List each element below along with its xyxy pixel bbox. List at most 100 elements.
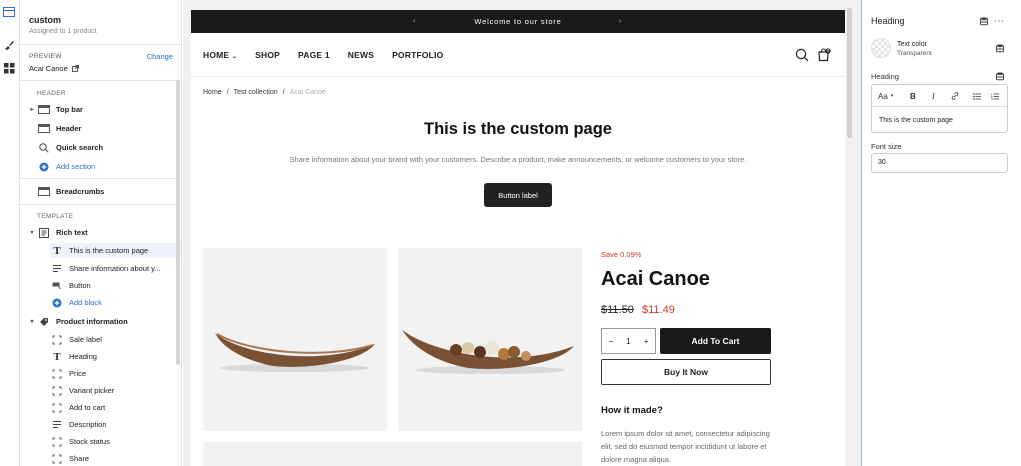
text-color-label: Text color: [897, 41, 927, 48]
section-header[interactable]: Header: [27, 121, 175, 136]
product-title: Acai Canoe: [601, 268, 710, 290]
block-heading-product[interactable]: T Heading: [50, 349, 181, 364]
section-quick-search[interactable]: Quick search: [27, 140, 175, 155]
section-breadcrumbs[interactable]: Breadcrumbs: [27, 184, 175, 199]
preview-product-name: Acai Canoe: [29, 64, 68, 73]
color-swatch[interactable]: [871, 38, 891, 58]
block-add-to-cart[interactable]: Add to cart: [50, 400, 181, 415]
page-lead-text[interactable]: Share information about your brand with …: [191, 155, 845, 164]
block-label: Add to cart: [69, 403, 106, 412]
sidebar-scrollbar[interactable]: [176, 80, 180, 365]
rich-text-button[interactable]: Button label: [484, 183, 552, 207]
block-label: Share information about y...: [69, 264, 161, 273]
template-assignment: Assigned to 1 product: [29, 28, 97, 35]
numbered-list-icon[interactable]: [991, 90, 999, 102]
nav-home[interactable]: HOME ⌄: [203, 50, 237, 60]
section-label: Quick search: [56, 143, 104, 152]
block-label: Description: [69, 420, 107, 429]
database-icon[interactable]: [995, 43, 1005, 53]
section-label: Breadcrumbs: [56, 187, 105, 196]
quantity-value[interactable]: 1: [626, 337, 630, 346]
bold-button[interactable]: B: [910, 90, 916, 102]
italic-button[interactable]: I: [932, 90, 935, 102]
add-section-button[interactable]: Add section: [27, 159, 175, 174]
bullet-list-icon[interactable]: [973, 90, 981, 102]
nav-label: HOME: [203, 50, 230, 60]
store-page: ‹ Welcome to our store › HOME ⌄ SHOP PAG…: [191, 10, 845, 466]
database-icon[interactable]: [979, 16, 989, 26]
quantity-increase-button[interactable]: +: [644, 337, 649, 346]
nav-page-1[interactable]: PAGE 1: [298, 50, 330, 60]
breadcrumb-collection[interactable]: Test collection: [234, 89, 278, 96]
product-image-3[interactable]: [203, 442, 582, 466]
prev-announcement-icon[interactable]: ‹: [413, 18, 416, 25]
block-description[interactable]: Description: [50, 417, 181, 432]
heading-text-value[interactable]: This is the custom page: [879, 117, 953, 124]
heading-rich-text-editor[interactable]: Aa ▾ B I This is the custom page: [871, 84, 1008, 133]
block-bracket-icon: [50, 454, 64, 464]
section-label: Product information: [56, 317, 128, 326]
cart-icon[interactable]: 0: [817, 48, 831, 62]
divider: [20, 44, 180, 45]
description-text: Lorem ipsum dolor sit amet, consectetur …: [601, 429, 770, 464]
section-top-bar[interactable]: ▸ Top bar: [27, 102, 175, 117]
editor-toolbar: Aa ▾ B I: [872, 85, 1007, 107]
block-label: This is the custom page: [69, 246, 149, 255]
divider: [20, 80, 180, 81]
external-link-icon: [71, 65, 79, 72]
section-rich-text[interactable]: ▾ Rich text: [27, 225, 175, 240]
block-price[interactable]: Price: [50, 366, 181, 381]
preview-product[interactable]: Acai Canoe: [29, 64, 79, 73]
chevron-right-icon[interactable]: ▸: [27, 106, 37, 113]
apps-icon[interactable]: [1, 61, 17, 75]
add-block-button[interactable]: Add block: [50, 295, 181, 310]
block-heading[interactable]: T This is the custom page: [50, 243, 181, 258]
brush-icon[interactable]: [1, 38, 17, 52]
font-size-input[interactable]: 30: [871, 153, 1008, 173]
divider: [191, 76, 845, 77]
breadcrumb-separator: /: [282, 89, 285, 96]
block-bracket-icon: [50, 437, 64, 447]
text-block-icon: [37, 227, 51, 238]
sections-icon[interactable]: [1, 5, 17, 19]
chevron-down-icon[interactable]: ▾: [27, 229, 37, 236]
compare-price: $11.50: [601, 304, 634, 316]
more-actions-icon[interactable]: ⋯: [994, 16, 1004, 27]
add-to-cart-button[interactable]: Add To Cart: [660, 328, 771, 354]
chevron-down-icon[interactable]: ▾: [27, 318, 37, 325]
product-image-2[interactable]: [398, 248, 582, 431]
search-icon[interactable]: [795, 48, 809, 62]
quantity-stepper[interactable]: − 1 +: [601, 328, 656, 354]
announcement-bar: ‹ Welcome to our store ›: [191, 10, 845, 33]
product-image-1[interactable]: [203, 248, 387, 431]
divider: [20, 178, 180, 179]
database-icon[interactable]: [995, 71, 1005, 81]
nav-shop[interactable]: SHOP: [255, 50, 280, 60]
link-icon[interactable]: [951, 90, 959, 102]
description-heading: How it made?: [601, 405, 663, 416]
block-variant-picker[interactable]: Variant picker: [50, 383, 181, 398]
block-stock-status[interactable]: Stock status: [50, 434, 181, 449]
block-text[interactable]: Share information about y...: [50, 261, 181, 276]
block-button[interactable]: Button: [50, 278, 181, 293]
preview-scrollbar[interactable]: [847, 8, 852, 138]
buy-now-button[interactable]: Buy It Now: [601, 359, 771, 385]
block-share[interactable]: Share: [50, 451, 181, 466]
next-announcement-icon[interactable]: ›: [619, 18, 622, 25]
section-icon: [37, 124, 51, 134]
page-heading[interactable]: This is the custom page: [191, 120, 845, 139]
section-product-information[interactable]: ▾ Product information: [27, 314, 175, 329]
text-style-dropdown[interactable]: Aa ▾: [878, 90, 893, 102]
announcement-text: Welcome to our store: [474, 17, 562, 26]
quantity-decrease-button[interactable]: −: [609, 337, 614, 346]
block-sale-label[interactable]: Sale label: [50, 332, 181, 347]
nav-portfolio[interactable]: PORTFOLIO: [392, 50, 443, 60]
breadcrumb-home[interactable]: Home: [203, 89, 222, 96]
block-bracket-icon: [50, 335, 64, 345]
change-preview-link[interactable]: Change: [147, 52, 173, 61]
theme-editor: custom Assigned to 1 product PREVIEW Cha…: [0, 0, 1021, 466]
template-group-label: TEMPLATE: [37, 213, 74, 220]
nav-news[interactable]: NEWS: [348, 50, 374, 60]
block-label: Share: [69, 454, 90, 463]
block-label: Button: [69, 281, 91, 290]
